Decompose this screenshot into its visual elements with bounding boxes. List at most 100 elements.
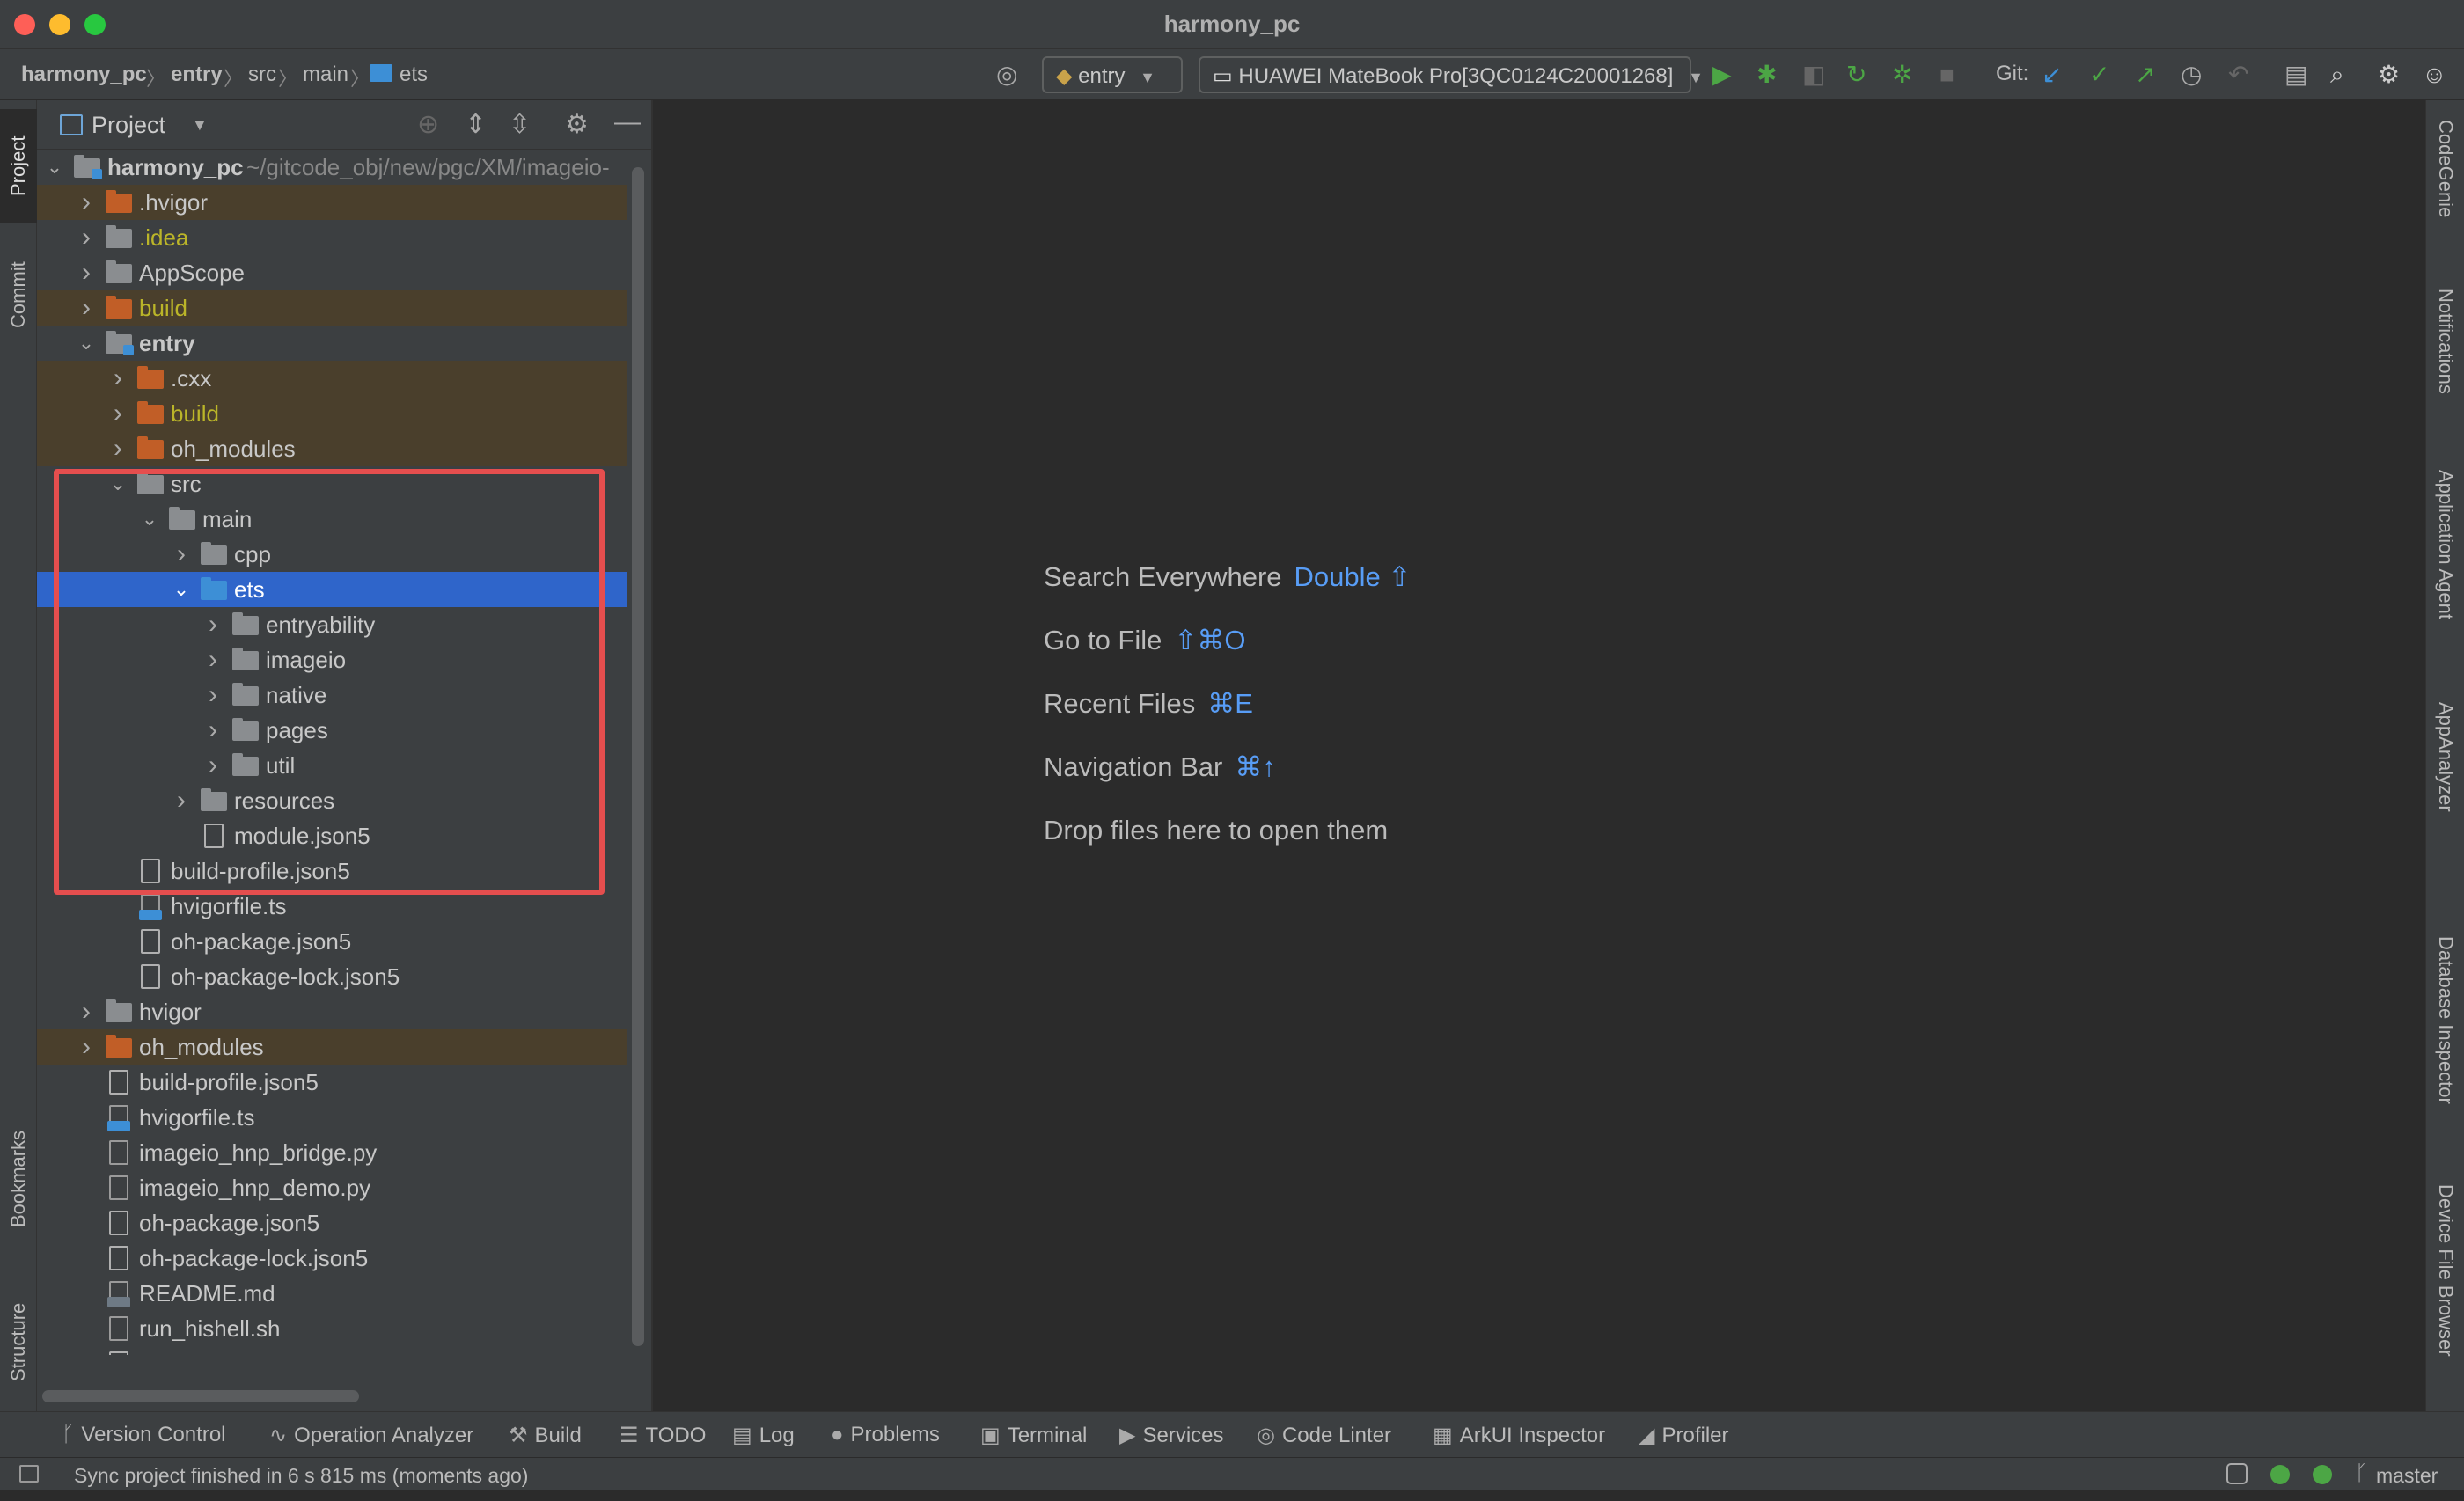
account-icon[interactable]: ☺ [2422,62,2447,88]
tree-item[interactable]: › native [37,677,627,713]
tree-item[interactable]: › pages [37,713,627,748]
chevron-down-icon[interactable]: ⌄ [46,150,63,185]
breadcrumb-src[interactable]: src [248,62,276,87]
tree-item[interactable]: › build [37,290,627,326]
profile-icon[interactable]: ✲ [1892,62,1912,88]
chevron-right-icon[interactable]: › [77,255,95,290]
tree-item[interactable]: › resources [37,783,627,818]
chevron-right-icon[interactable]: › [77,185,95,220]
status-ok-icon[interactable] [2270,1465,2290,1484]
search-icon[interactable]: ⌕ [2330,62,2344,88]
tree-item[interactable]: ⌄ entry [37,326,627,361]
tree-item[interactable]: › entryability [37,607,627,642]
chevron-right-icon[interactable]: › [77,220,95,255]
tree-item[interactable]: ⌄ main [37,502,627,537]
tree-item[interactable]: README.md [37,1276,627,1311]
tree-item[interactable]: hvigorfile.ts [37,1100,627,1135]
tree-item[interactable]: module.json5 [37,818,627,853]
run-config-dropdown[interactable]: ◆ entry ▼ [1042,56,1183,93]
chevron-down-icon[interactable]: ▼ [192,116,208,135]
chevron-right-icon[interactable]: › [109,361,127,396]
git-commit-icon[interactable]: ✓ [2089,62,2109,88]
chevron-right-icon[interactable]: › [204,677,222,713]
tab-structure[interactable]: Structure [0,1276,37,1408]
bottom-tab-profiler[interactable]: ◢ Profiler [1639,1423,1729,1448]
tree-item[interactable]: ⌄ src [37,466,627,502]
gear-icon[interactable]: ⚙ [2378,62,2400,88]
chevron-right-icon[interactable]: › [109,396,127,431]
chevron-right-icon[interactable]: › [109,431,127,466]
git-branch[interactable]: master [2376,1464,2438,1488]
tree-item[interactable]: › .idea [37,220,627,255]
chevron-right-icon[interactable]: › [77,290,95,326]
tree-item[interactable]: build-profile.json5 [37,853,627,889]
apply-changes-icon[interactable]: ↻ [1846,62,1866,88]
chevron-right-icon[interactable]: › [77,1029,95,1065]
layout-icon[interactable] [19,1465,39,1483]
bottom-tab-version-control[interactable]: ᚴ Version Control [62,1423,226,1447]
attach-debugger-icon[interactable]: ◧ [1802,62,1825,88]
chevron-right-icon[interactable]: › [172,537,190,572]
target-icon[interactable]: ◎ [996,62,1017,88]
tab-appanalyzer[interactable]: AppAnalyzer [2426,702,2464,948]
tree-item[interactable]: › .cxx [37,361,627,396]
tree-item[interactable]: › hvigor [37,994,627,1029]
tree-item[interactable]: ⌄ harmony_pc ~/gitcode_obj/new/pgc/XM/imag… [37,150,627,185]
chevron-right-icon[interactable]: › [204,642,222,677]
debug-icon[interactable]: ✱ [1756,62,1777,88]
tree-item[interactable]: hvigorfile.ts [37,889,627,924]
history-icon[interactable]: ◷ [2181,62,2202,88]
tree-item[interactable]: oh-package-lock.json5 [37,1241,627,1276]
bottom-tab-operation-analyzer[interactable]: ∿ Operation Analyzer [269,1423,473,1448]
panel-title[interactable]: Project [92,112,165,139]
horizontal-scrollbar[interactable] [42,1390,359,1402]
tree-item[interactable]: oh-package-lock.json5 [37,959,627,994]
chevron-down-icon[interactable]: ⌄ [109,466,127,502]
project-structure-icon[interactable]: ▤ [2284,62,2307,88]
chevron-right-icon[interactable]: › [77,994,95,1029]
chevron-right-icon[interactable]: › [204,713,222,748]
bottom-tab-build[interactable]: ⚒ Build [509,1423,582,1448]
breadcrumb-ets[interactable]: ets [400,62,428,87]
chevron-right-icon[interactable]: › [204,748,222,783]
git-update-icon[interactable]: ↙ [2042,62,2062,88]
bottom-tab-todo[interactable]: ☰ TODO [620,1423,706,1448]
tree-item[interactable]: › oh_modules [37,431,627,466]
tree-item[interactable]: › util [37,748,627,783]
tree-item[interactable]: build-profile.json5 [37,1065,627,1100]
bottom-tab-code-linter[interactable]: ◎ Code Linter [1257,1423,1391,1448]
tree-item[interactable]: run_hishell.sh [37,1311,627,1346]
status-message[interactable]: Sync project finished in 6 s 815 ms (mom… [74,1464,528,1488]
rollback-icon[interactable]: ↶ [2228,62,2248,88]
bottom-tab-services[interactable]: ▶ Services [1119,1423,1224,1448]
tab-codegenie[interactable]: CodeGenie [2426,120,2464,278]
tab-project[interactable]: Project [0,109,37,223]
git-push-icon[interactable]: ↗ [2135,62,2155,88]
breadcrumb-entry[interactable]: entry [171,62,223,87]
tree-item[interactable]: › imageio [37,642,627,677]
chevron-down-icon[interactable]: ⌄ [172,572,190,607]
bottom-tab-arkui-inspector[interactable]: ▦ ArkUI Inspector [1433,1423,1605,1448]
tree-item[interactable]: › AppScope [37,255,627,290]
chevron-right-icon[interactable]: › [204,607,222,642]
device-dropdown[interactable]: ▭ HUAWEI MateBook Pro[3QC0124C20001268] … [1199,56,1704,93]
tab-bookmarks[interactable]: Bookmarks [0,1109,37,1249]
tree-item[interactable]: imageio_hnp_bridge.py [37,1135,627,1170]
chevron-down-icon[interactable]: ⌄ [77,326,95,361]
tree-item[interactable]: oh-package.json5 [37,1205,627,1241]
tree-item[interactable]: sample_request.json [37,1346,627,1355]
tree-item[interactable]: › cpp [37,537,627,572]
gear-icon[interactable]: ⚙ [565,109,589,140]
run-icon[interactable]: ▶ [1712,62,1732,88]
chevron-right-icon[interactable]: › [172,783,190,818]
vertical-scrollbar[interactable] [632,167,644,1346]
tab-commit[interactable]: Commit [0,238,37,352]
locate-icon[interactable]: ⊕ [417,109,439,140]
bottom-tab-problems[interactable]: ● Problems [831,1423,940,1447]
status-ok-icon[interactable] [2313,1465,2332,1484]
tree-item[interactable]: › build [37,396,627,431]
breadcrumb-project[interactable]: harmony_pc [21,62,147,87]
tree-item[interactable]: oh-package.json5 [37,924,627,959]
bottom-tab-terminal[interactable]: ▣ Terminal [980,1423,1087,1448]
bottom-tab-log[interactable]: ▤ Log [732,1423,795,1448]
